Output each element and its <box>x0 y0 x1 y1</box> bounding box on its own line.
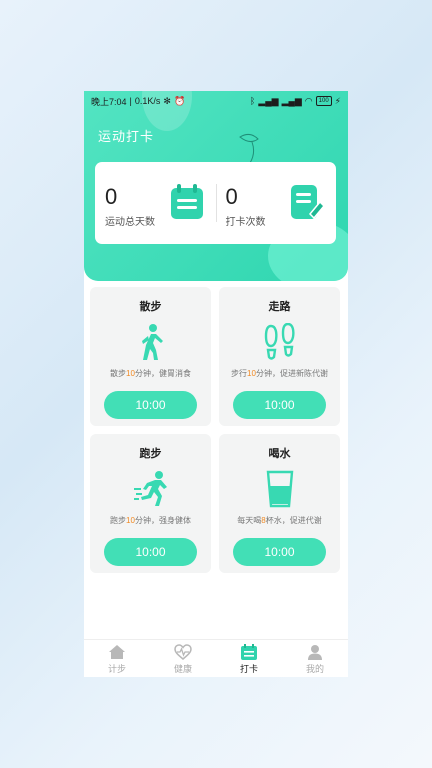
card-title: 走路 <box>268 301 291 313</box>
tab-mine[interactable]: 我的 <box>282 640 348 677</box>
person-icon <box>308 645 322 660</box>
calendar-check-icon <box>241 644 257 660</box>
card-description: 散步10分钟，健胃消食 <box>110 369 191 378</box>
bluetooth-icon: ᛒ <box>249 96 256 106</box>
card-title: 喝水 <box>268 448 291 460</box>
time-button[interactable]: 10:00 <box>233 391 326 419</box>
water-glass-icon <box>266 470 293 508</box>
footprints-icon <box>264 323 295 360</box>
tab-label: 打卡 <box>239 664 258 674</box>
battery-icon: 100 <box>315 96 332 106</box>
card-title: 跑步 <box>139 448 162 460</box>
page-title: 运动打卡 <box>98 129 155 144</box>
time-button[interactable]: 10:00 <box>104 391 197 419</box>
header-banner: 晚上7:04 | 0.1K/s ✻ ⏰ ᛒ ▂▄▆ ▂▄▆ ◠ 100 ⚡ 运动… <box>84 91 348 281</box>
tab-health[interactable]: 健康 <box>150 640 216 677</box>
status-time: 晚上7:04 <box>91 96 127 107</box>
stat-checkin-count: 0 打卡次数 <box>215 162 337 244</box>
charging-icon: ⚡ <box>334 95 341 106</box>
status-bar: 晚上7:04 | 0.1K/s ✻ ⏰ ᛒ ▂▄▆ ▂▄▆ ◠ 100 ⚡ <box>91 95 341 107</box>
card-title: 散步 <box>139 301 162 313</box>
tab-label: 健康 <box>173 664 192 674</box>
activity-card-stroll: 走路 步行10分钟，促进新陈代谢 10:00 <box>219 287 340 426</box>
note-edit-icon <box>291 185 324 220</box>
stat-value: 0 <box>225 184 238 209</box>
tab-label: 我的 <box>305 664 324 674</box>
time-button[interactable]: 10:00 <box>233 538 326 566</box>
kite-decoration-icon <box>239 133 259 164</box>
activity-card-water: 喝水 每天喝8杯水，促进代谢 10:00 <box>219 434 340 573</box>
tab-label: 计步 <box>107 664 126 674</box>
tab-checkin[interactable]: 打卡 <box>216 640 282 677</box>
signal-icon: ▂▄▆ <box>258 95 279 106</box>
stat-total-days: 0 运动总天数 <box>95 162 216 244</box>
stats-card: 0 运动总天数 0 打卡次数 <box>95 162 336 244</box>
network-speed: 0.1K/s <box>134 96 161 106</box>
stat-label: 运动总天数 <box>105 217 155 228</box>
phone-screen: 晚上7:04 | 0.1K/s ✻ ⏰ ᛒ ▂▄▆ ▂▄▆ ◠ 100 ⚡ 运动… <box>84 91 348 677</box>
bottom-tab-bar: 计步 健康 打卡 我的 <box>84 639 348 677</box>
running-person-icon <box>133 471 167 506</box>
time-button[interactable]: 10:00 <box>104 538 197 566</box>
alarm-icon: ⏰ <box>173 95 186 106</box>
signal-icon: ▂▄▆ <box>281 95 302 106</box>
home-icon <box>109 645 125 659</box>
activity-grid: 散步 散步10分钟，健胃消食 10:00 走路 步行10分钟，促进新陈代谢 10… <box>90 287 342 573</box>
wifi-icon: ◠ <box>304 95 313 106</box>
heart-pulse-icon <box>174 644 192 660</box>
card-description: 步行10分钟，促进新陈代谢 <box>231 369 328 378</box>
stat-value: 0 <box>105 184 118 209</box>
activity-card-run: 跑步 跑步10分钟，强身健体 10:00 <box>90 434 211 573</box>
tab-steps[interactable]: 计步 <box>84 640 150 677</box>
stat-label: 打卡次数 <box>225 217 266 228</box>
calendar-icon <box>170 184 203 219</box>
card-description: 跑步10分钟，强身健体 <box>110 516 191 525</box>
bluetooth-off-icon: ✻ <box>163 95 171 106</box>
walking-person-icon <box>141 324 163 360</box>
activity-card-walk: 散步 散步10分钟，健胃消食 10:00 <box>90 287 211 426</box>
card-description: 每天喝8杯水，促进代谢 <box>237 516 322 525</box>
